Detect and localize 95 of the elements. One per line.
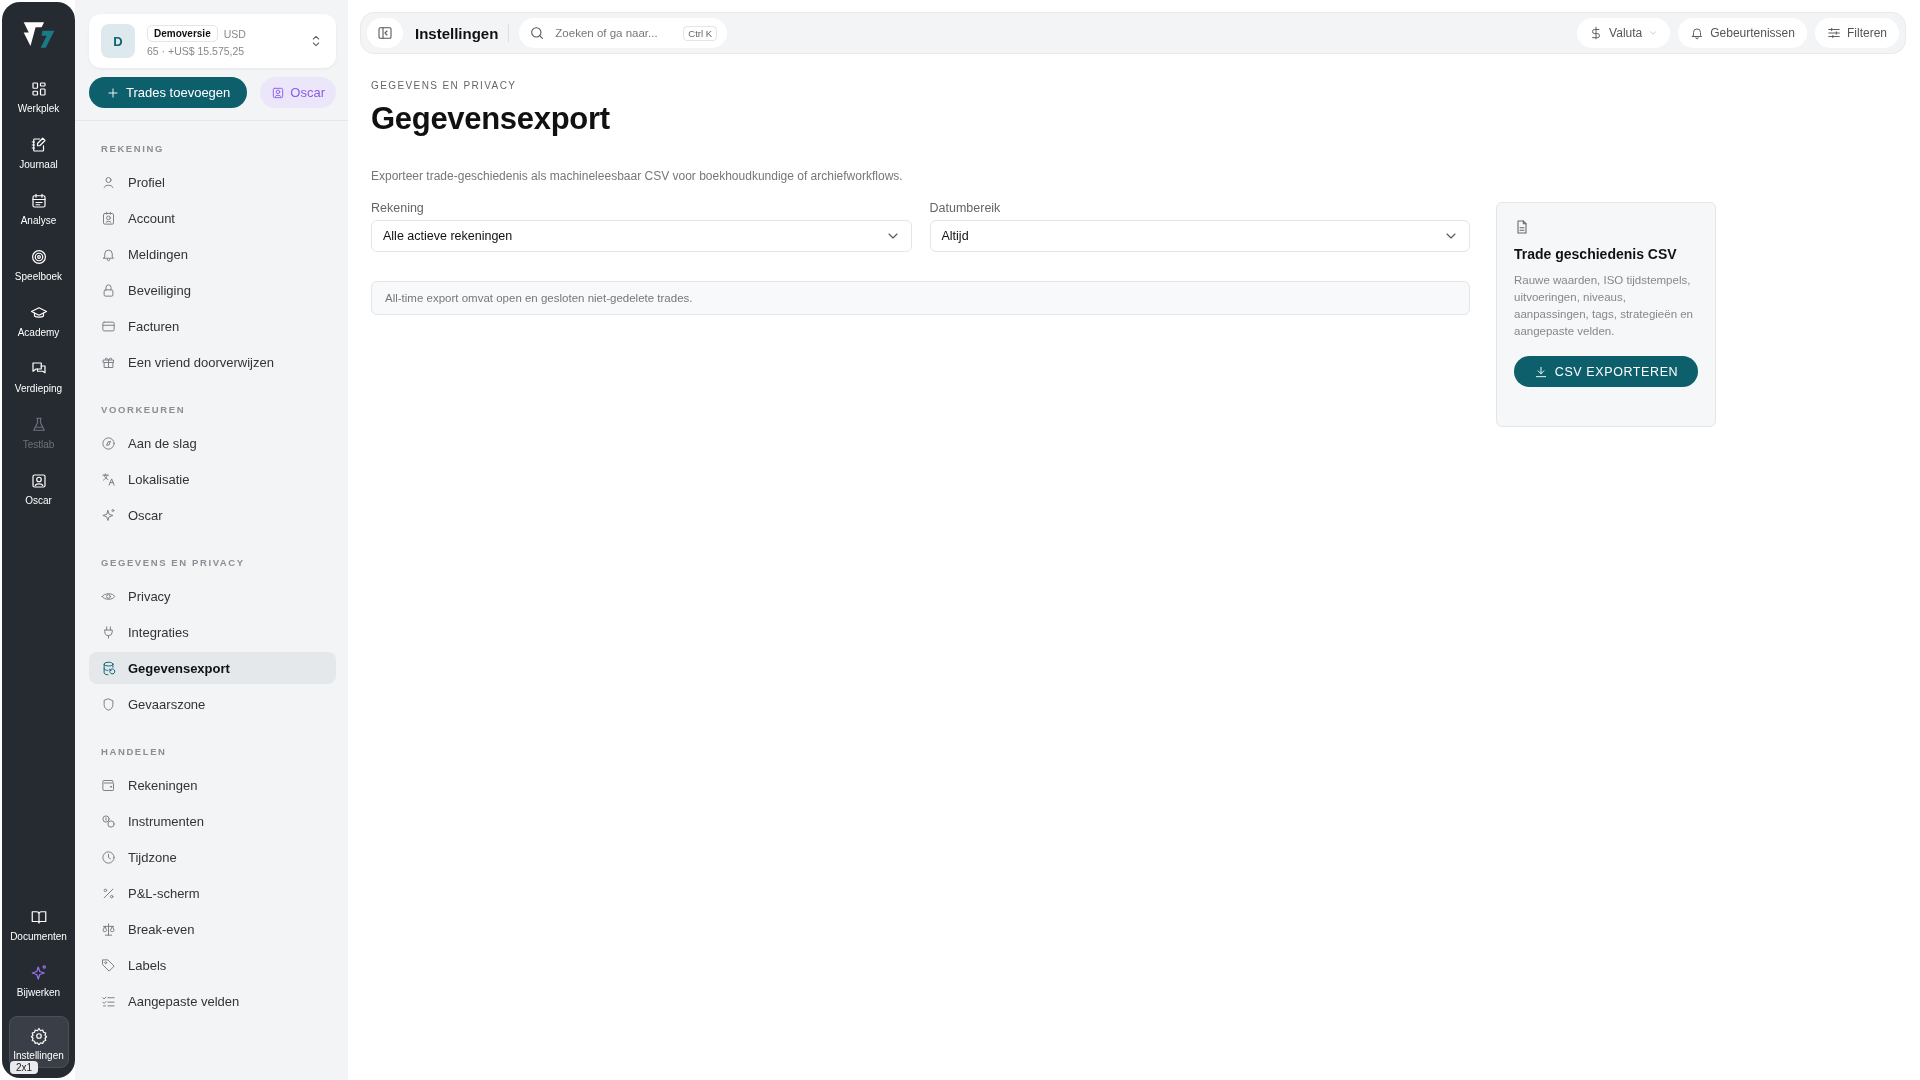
sidebar-item[interactable]: Beveiliging [89, 274, 336, 306]
shield-icon [101, 696, 116, 712]
user-icon [101, 174, 116, 190]
shortcut-hint: Ctrl K [683, 25, 718, 41]
sidebar-item[interactable]: Tijdzone [89, 841, 336, 873]
settings-icon [29, 1027, 48, 1045]
credit-card-icon [101, 318, 116, 334]
sidebar-item[interactable]: Integraties [89, 616, 336, 648]
heading: Gegevensexport [371, 101, 611, 137]
chevron-down-icon [1648, 28, 1659, 38]
lock-icon [101, 282, 116, 298]
sliders-icon [1827, 26, 1841, 40]
scale-icon [101, 921, 116, 937]
coins-icon [101, 813, 116, 829]
target-icon [29, 248, 48, 266]
wallet-icon [101, 777, 116, 793]
database-icon [101, 660, 116, 676]
tag-icon [101, 957, 116, 973]
section-heading: REKENING [101, 143, 165, 154]
logo-icon[interactable] [21, 20, 56, 50]
account-name: Demoversie [147, 25, 218, 42]
sidebar-item[interactable]: Profiel [89, 166, 336, 198]
add-trades-button[interactable]: Trades toevoegen [89, 77, 248, 108]
sidebar-toggle-button[interactable] [367, 18, 403, 48]
section-heading: GEGEVENS EN PRIVACY [101, 557, 246, 568]
portrait-icon [29, 472, 48, 490]
toolbar-button[interactable]: Filteren [1815, 18, 1899, 48]
grid-icon [29, 80, 48, 98]
sidebar-item[interactable]: Privacy [89, 580, 336, 612]
card-description: Rauwe waarden, ISO tijdstempels, uitvoeringen, niveaus, aanpassingen, tags, strategieën en aangepaste velden. [1514, 273, 1695, 339]
dropdown-field[interactable]: Alle actieve rekeningen [371, 220, 912, 252]
section-heading: VOORKEUREN [101, 404, 187, 415]
sparkle-icon [29, 964, 48, 982]
book-icon [29, 908, 48, 926]
description: Exporteer trade-geschiedenis als machineleesbaar CSV voor boekhoudkundige of archiefworkflows. [371, 169, 904, 183]
sidebar-item[interactable]: P&L-scherm [89, 877, 336, 909]
rail-nav-item[interactable]: Werkplek [8, 76, 69, 118]
rail-nav-item[interactable]: Oscar [8, 468, 69, 510]
document-icon [1514, 219, 1530, 235]
id-badge-icon [101, 210, 116, 226]
info-note: All-time export omvat open en gesloten niet-gedelete trades. [371, 281, 1470, 315]
portrait-icon [271, 85, 286, 100]
rail-nav-item[interactable]: Bijwerken [8, 960, 69, 1002]
currency-label: USD [223, 27, 246, 40]
card-title: Trade geschiedenis CSV [1514, 246, 1678, 262]
sidebar-item[interactable]: Aangepaste velden [89, 985, 336, 1017]
rail-nav-item[interactable]: Speelboek [8, 244, 69, 286]
notebook-icon [29, 136, 48, 154]
sidebar-toggle-icon [377, 25, 393, 41]
clock-icon [101, 849, 116, 865]
page-title: Instellingen [415, 24, 499, 42]
shortcut-badge: 2x1 [10, 1061, 39, 1074]
sidebar-item[interactable]: Rekeningen [89, 769, 336, 801]
calendar-icon [29, 192, 48, 210]
breadcrumb: GEGEVENS EN PRIVACY [371, 80, 518, 91]
sidebar-item[interactable]: Labels [89, 949, 336, 981]
sidebar-item[interactable]: Aan de slag [89, 427, 336, 459]
rail-nav-item[interactable]: Analyse [8, 188, 69, 230]
plug-icon [101, 624, 116, 640]
rail-nav-item[interactable]: Academy [8, 300, 69, 342]
search-bar[interactable]: Zoeken of ga naar... Ctrl K [519, 18, 728, 48]
account-avatar: D [101, 24, 135, 58]
sidebar-item[interactable]: Een vriend doorverwijzen [89, 346, 336, 378]
sidebar-item[interactable]: Instrumenten [89, 805, 336, 837]
oscar-button[interactable]: Oscar [260, 77, 336, 108]
download-icon [1533, 364, 1548, 379]
sidebar-item[interactable]: Gevaarszone [89, 688, 336, 720]
sidebar-item[interactable]: Oscar [89, 499, 336, 531]
account-switcher[interactable]: D Demoversie USD 65 · +US$ 15.575,25 [89, 14, 336, 68]
section-heading: HANDELEN [101, 746, 168, 757]
plus-icon [106, 85, 120, 100]
sidebar-item[interactable]: Lokalisatie [89, 463, 336, 495]
bell-icon [1690, 26, 1705, 40]
compass-icon [101, 435, 116, 451]
sidebar-item[interactable]: Account [89, 202, 336, 234]
field-label: Datumbereik [929, 201, 1002, 215]
toolbar-button[interactable]: Gebeurtenissen [1678, 18, 1807, 48]
rail-nav-item[interactable]: Documenten [8, 904, 69, 946]
toolbar-button[interactable]: Valuta [1577, 18, 1671, 48]
gift-icon [101, 354, 116, 370]
sidebar-item[interactable]: Facturen [89, 310, 336, 342]
rail-nav-item[interactable]: Journaal [8, 132, 69, 174]
account-summary: 65 · +US$ 15.575,25 [147, 45, 246, 57]
export-button[interactable]: CSV EXPORTEREN [1514, 356, 1698, 387]
sparkle-icon [101, 507, 116, 523]
search-field[interactable]: Zoeken of ga naar... [553, 26, 676, 40]
sidebar-item[interactable]: Gegevensexport [89, 652, 336, 684]
sidebar-item[interactable]: Meldingen [89, 238, 336, 270]
translate-icon [101, 471, 116, 487]
dropdown-field[interactable]: Altijd [929, 220, 1470, 252]
rail-nav-item[interactable]: Verdieping [8, 356, 69, 398]
search-icon [529, 25, 546, 41]
field-label: Rekening [371, 201, 425, 215]
sidebar-item[interactable]: Break-even [89, 913, 336, 945]
bell-icon [101, 246, 116, 262]
